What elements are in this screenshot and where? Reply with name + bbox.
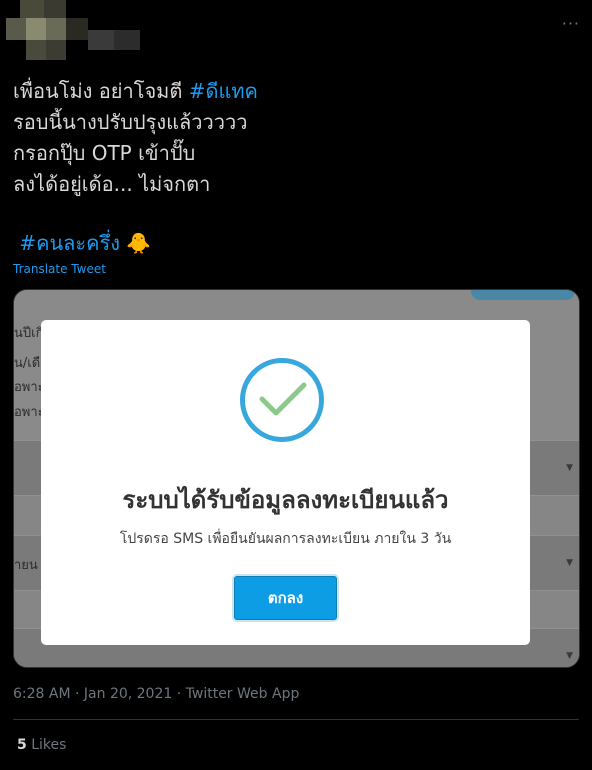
tweet-time[interactable]: 6:28 AM (13, 686, 71, 702)
bg-text: น/เดื (14, 356, 41, 371)
user-avatar-blurred[interactable] (0, 0, 150, 62)
hashtag-dtac[interactable]: #ดีแทค (189, 79, 258, 103)
likes-count[interactable]: 5 Likes (17, 737, 66, 753)
tweet-text: เพื่อนโม่ง อย่าโจมตี #ดีแทค รอบนี้นางปรั… (13, 76, 573, 259)
registration-success-dialog: ระบบได้รับข้อมูลลงทะเบียนแล้ว โปรดรอ SMS… (41, 320, 530, 645)
bg-text: นปีเกิ (14, 326, 44, 341)
more-options-icon[interactable]: ··· (562, 14, 580, 33)
dialog-subtitle: โปรดรอ SMS เพื่อยืนยันผลการลงทะเบียน ภาย… (119, 531, 452, 547)
source-app-link[interactable]: Twitter Web App (186, 686, 300, 702)
translate-tweet-link[interactable]: Translate Tweet (13, 262, 106, 276)
caret-down-icon: ▼ (566, 651, 573, 661)
tweet-line-4: ลงได้อยู่เด้อ... ไม่จกตา (13, 172, 211, 196)
caret-down-icon: ▼ (566, 463, 573, 473)
check-circle-icon (240, 358, 324, 442)
tweet-line-2: รอบนี้นางปรับปรุงแล้ววววว (13, 110, 248, 134)
background-pill (471, 290, 575, 300)
tweet-line-hashtag: #คนละครึ่ง 🐥 (13, 228, 573, 259)
ok-button[interactable]: ตกลง (232, 574, 339, 622)
dialog-title: ระบบได้รับข้อมูลลงทะเบียนแล้ว (122, 486, 449, 514)
hashtag-khon-la-khrueng[interactable]: #คนละครึ่ง (19, 231, 120, 255)
tweet-line-3: กรอกปุ๊บ OTP เข้าปั๊บ (13, 141, 196, 165)
divider (13, 719, 579, 720)
chick-emoji-icon: 🐥 (126, 231, 152, 255)
caret-down-icon: ▼ (566, 558, 573, 568)
tweet-line-1: เพื่อนโม่ง อย่าโจมตี #ดีแทค (13, 79, 258, 103)
bg-text: ายน (14, 558, 38, 573)
tweet-meta: 6:28 AM · Jan 20, 2021 · Twitter Web App (13, 686, 300, 702)
tweet-date[interactable]: Jan 20, 2021 (84, 686, 172, 702)
